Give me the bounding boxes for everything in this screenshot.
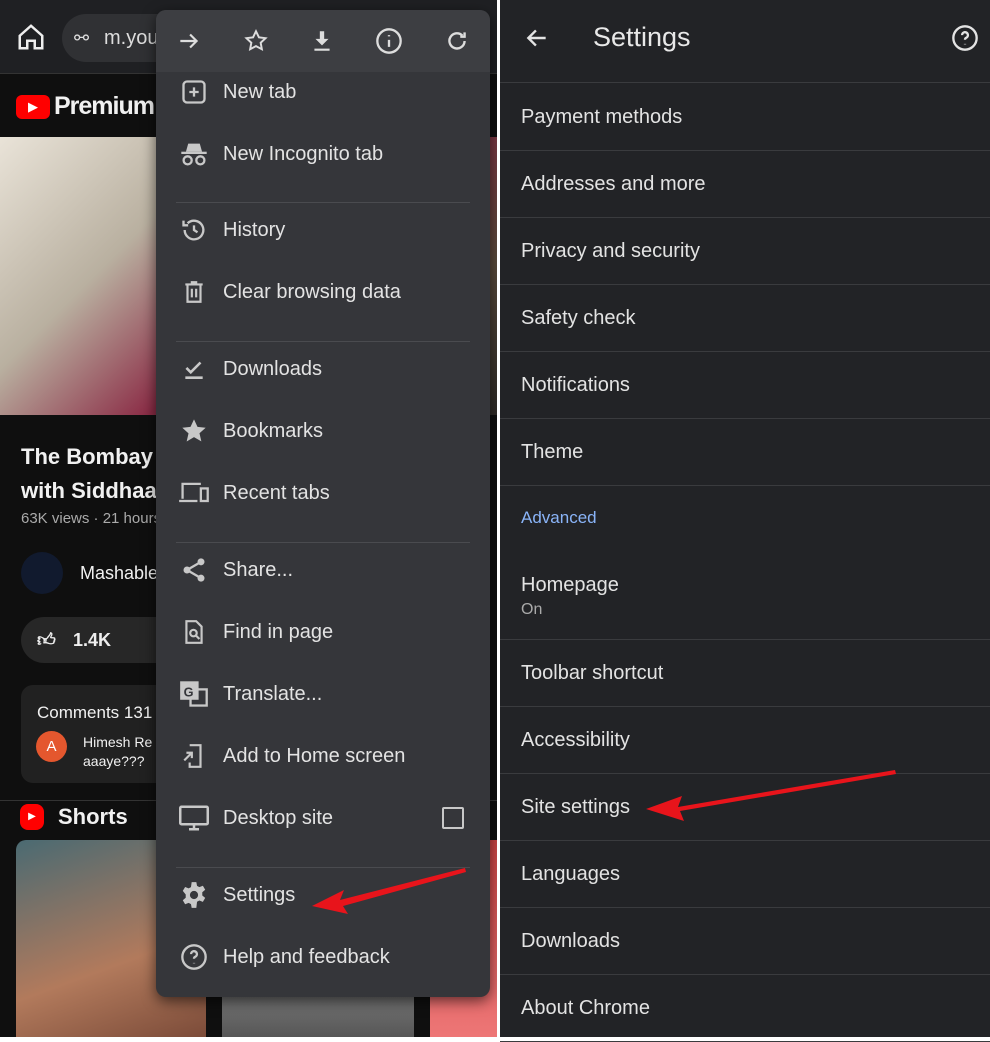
menu-item-label: Clear browsing data bbox=[223, 280, 401, 303]
settings-item-payment-methods[interactable]: Payment methods bbox=[500, 84, 990, 151]
svg-text:G: G bbox=[184, 685, 194, 699]
share-icon bbox=[174, 556, 214, 584]
menu-item-share[interactable]: Share... bbox=[156, 542, 490, 598]
brand-text: Premium bbox=[54, 92, 155, 120]
add-home-icon bbox=[174, 742, 214, 770]
settings-item-accessibility[interactable]: Accessibility bbox=[500, 707, 990, 774]
info-icon[interactable] bbox=[375, 27, 403, 55]
menu-divider bbox=[176, 202, 470, 203]
youtube-page-background: ⚯ m.you ▶ Premium The Bombay with Siddhaa… bbox=[0, 0, 497, 1037]
settings-item-theme[interactable]: Theme bbox=[500, 419, 990, 486]
settings-header: Settings bbox=[500, 0, 990, 83]
youtube-play-icon: ▶ bbox=[16, 94, 50, 119]
thumbs-up-icon: 👍︎ bbox=[37, 630, 56, 650]
menu-divider bbox=[176, 341, 470, 342]
menu-item-label: Find in page bbox=[223, 620, 334, 643]
find-icon bbox=[174, 618, 214, 646]
download-icon[interactable] bbox=[309, 28, 335, 54]
chrome-overflow-menu: New tab New Incognito tab History Clear bro… bbox=[156, 10, 490, 997]
menu-item-label: Desktop site bbox=[223, 806, 334, 829]
back-arrow-icon[interactable] bbox=[524, 25, 550, 51]
menu-item-label: Share... bbox=[223, 558, 294, 581]
incognito-icon bbox=[174, 140, 214, 168]
gear-icon bbox=[174, 881, 214, 909]
section-header-advanced: Advanced bbox=[521, 508, 597, 527]
annotation-arrow bbox=[312, 868, 466, 914]
menu-item-bookmarks[interactable]: Bookmarks bbox=[156, 403, 490, 459]
settings-item-safety-check[interactable]: Safety check bbox=[500, 285, 990, 352]
commenter-avatar: A bbox=[36, 731, 67, 762]
menu-item-label: Settings bbox=[223, 883, 296, 906]
shorts-header: ▶ Shorts bbox=[20, 804, 128, 830]
desktop-site-checkbox[interactable] bbox=[442, 807, 464, 829]
shorts-icon: ▶ bbox=[20, 804, 44, 830]
menu-item-label: Recent tabs bbox=[223, 481, 330, 504]
menu-item-label: New tab bbox=[223, 80, 297, 103]
menu-item-clear-browsing-data[interactable]: Clear browsing data bbox=[156, 264, 490, 320]
refresh-icon[interactable] bbox=[444, 28, 470, 54]
page-title: Settings bbox=[593, 22, 691, 52]
trash-icon bbox=[174, 278, 214, 306]
homepage-status: On bbox=[521, 600, 543, 618]
menu-item-recent-tabs[interactable]: Recent tabs bbox=[156, 465, 490, 521]
menu-item-label: History bbox=[223, 218, 286, 241]
forward-icon[interactable] bbox=[176, 28, 202, 54]
help-icon[interactable] bbox=[951, 24, 979, 52]
site-settings-icon[interactable]: ⚯ bbox=[74, 14, 89, 62]
devices-icon bbox=[174, 480, 214, 506]
settings-item-privacy-and-security[interactable]: Privacy and security bbox=[500, 218, 990, 285]
menu-item-new-incognito-tab[interactable]: New Incognito tab bbox=[156, 126, 490, 182]
history-icon bbox=[174, 216, 214, 244]
url-text: m.you bbox=[104, 27, 159, 49]
settings-item-downloads[interactable]: Downloads bbox=[500, 908, 990, 975]
menu-item-help-and-feedback[interactable]: Help and feedback bbox=[156, 929, 490, 985]
menu-item-label: New Incognito tab bbox=[223, 142, 384, 165]
video-meta: 63K views · 21 hours bbox=[21, 510, 162, 527]
help-icon bbox=[174, 943, 214, 971]
menu-toolbar bbox=[156, 10, 490, 72]
settings-item-notifications[interactable]: Notifications bbox=[500, 352, 990, 419]
menu-item-add-to-home-screen[interactable]: Add to Home screen bbox=[156, 728, 490, 784]
menu-item-desktop-site[interactable]: Desktop site bbox=[156, 790, 490, 846]
home-icon[interactable] bbox=[16, 22, 46, 52]
settings-item-languages[interactable]: Languages bbox=[500, 841, 990, 908]
star-icon bbox=[174, 417, 214, 445]
settings-item-about-chrome[interactable]: About Chrome bbox=[500, 975, 990, 1042]
settings-item-toolbar-shortcut[interactable]: Toolbar shortcut bbox=[500, 640, 990, 707]
downloads-icon bbox=[174, 356, 214, 382]
comments-label: Comments 131 bbox=[37, 703, 153, 722]
youtube-premium-logo[interactable]: ▶ Premium bbox=[16, 92, 155, 121]
bookmark-star-icon[interactable] bbox=[243, 28, 269, 54]
settings-item-addresses-and-more[interactable]: Addresses and more bbox=[500, 151, 990, 218]
menu-item-downloads[interactable]: Downloads bbox=[156, 341, 490, 397]
annotation-arrow bbox=[646, 770, 896, 821]
translate-icon: G bbox=[174, 680, 214, 708]
menu-divider bbox=[176, 542, 470, 543]
menu-item-new-tab[interactable]: New tab bbox=[156, 64, 490, 120]
settings-screen: Settings Payment methods Addresses and mo… bbox=[500, 0, 990, 1042]
menu-item-translate[interactable]: G Translate... bbox=[156, 666, 490, 722]
new-tab-icon bbox=[174, 78, 214, 106]
menu-item-history[interactable]: History bbox=[156, 202, 490, 258]
channel-avatar[interactable] bbox=[21, 552, 63, 594]
menu-item-find-in-page[interactable]: Find in page bbox=[156, 604, 490, 660]
channel-name[interactable]: Mashable bbox=[80, 563, 158, 584]
video-title[interactable]: The Bombay with Siddhaa bbox=[21, 440, 157, 508]
comment-preview: Himesh Re aaaye??? bbox=[83, 734, 153, 769]
menu-item-label: Bookmarks bbox=[223, 419, 324, 442]
menu-item-label: Translate... bbox=[223, 682, 323, 705]
menu-item-label: Add to Home screen bbox=[223, 744, 406, 767]
desktop-icon bbox=[174, 804, 214, 832]
menu-item-label: Help and feedback bbox=[223, 945, 390, 968]
settings-item-homepage[interactable]: Homepage On bbox=[500, 553, 990, 640]
menu-item-label: Downloads bbox=[223, 357, 322, 380]
